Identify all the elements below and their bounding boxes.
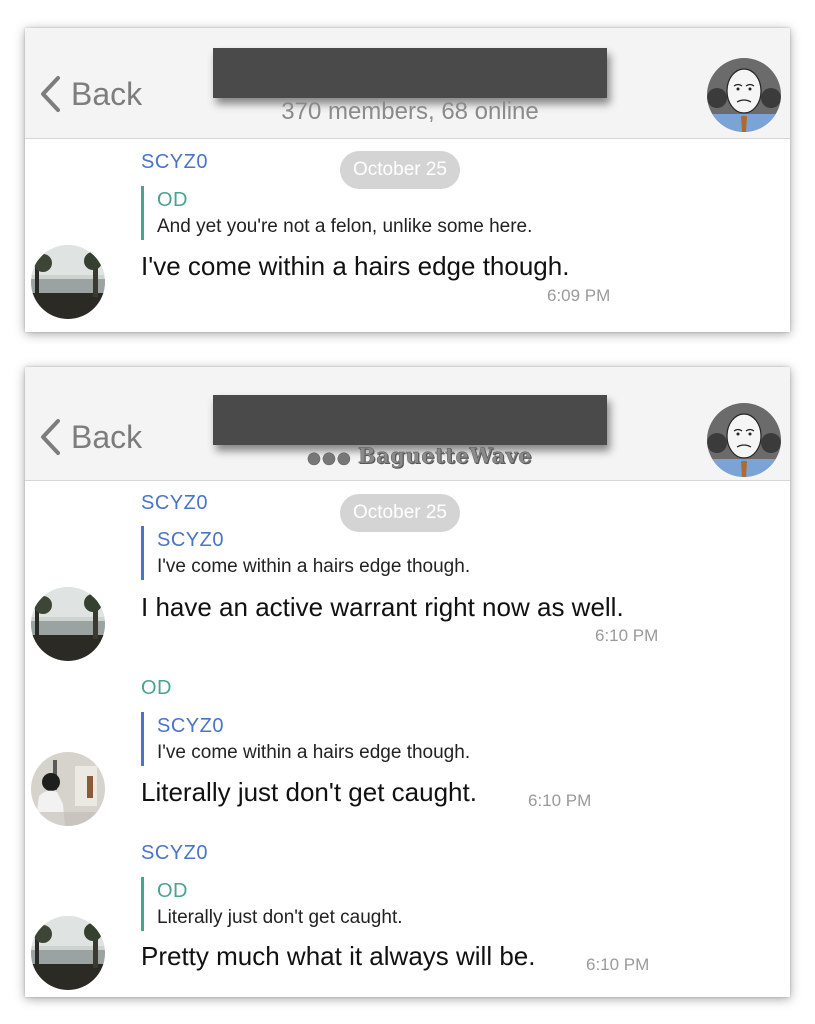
chat-header: Back ●●● BaguetteWave bbox=[25, 367, 790, 481]
reply-quote[interactable]: SCYZ0 I've come within a hairs edge thou… bbox=[141, 712, 470, 766]
message-text: Pretty much what it always will be. bbox=[141, 941, 536, 971]
message-time: 6:10 PM bbox=[528, 791, 592, 810]
redacted-group-title bbox=[213, 48, 607, 98]
reply-author: SCYZ0 bbox=[157, 529, 224, 551]
reply-author: SCYZ0 bbox=[157, 715, 224, 737]
sender-name[interactable]: OD bbox=[141, 677, 172, 700]
chat-screenshot-1: Back 370 members, 68 online SCYZ0 Octobe… bbox=[25, 28, 790, 332]
reply-quote[interactable]: OD And yet you're not a felon, unlike so… bbox=[141, 186, 532, 240]
back-label: Back bbox=[71, 418, 143, 455]
lake-landscape-avatar-icon bbox=[31, 245, 105, 319]
avatar[interactable] bbox=[31, 245, 105, 319]
message-text: Literally just don't get caught. bbox=[141, 777, 477, 807]
reply-text: Literally just don't get caught. bbox=[157, 907, 403, 928]
message-time: 6:09 PM bbox=[547, 286, 611, 305]
sender-name[interactable]: SCYZ0 bbox=[141, 151, 208, 174]
reply-quote[interactable]: SCYZ0 I've come within a hairs edge thou… bbox=[141, 526, 470, 580]
avatar[interactable] bbox=[31, 916, 105, 990]
avatar[interactable] bbox=[31, 752, 105, 826]
reply-quote[interactable]: OD Literally just don't get caught. bbox=[141, 877, 403, 931]
reply-author: OD bbox=[157, 880, 188, 902]
message-time: 6:10 PM bbox=[586, 955, 650, 974]
message-text: I've come within a hairs edge though. bbox=[141, 251, 570, 281]
back-button[interactable]: Back bbox=[39, 417, 142, 457]
back-button[interactable]: Back bbox=[39, 74, 142, 114]
chat-screenshot-2: Back ●●● BaguetteWave SCYZ0 October 25 SC… bbox=[25, 367, 790, 997]
reply-text: I've come within a hairs edge though. bbox=[157, 556, 471, 577]
lake-landscape-avatar-icon bbox=[31, 587, 105, 661]
avatar[interactable] bbox=[31, 587, 105, 661]
reply-author: OD bbox=[157, 189, 188, 211]
group-avatar[interactable] bbox=[707, 58, 781, 132]
lake-landscape-avatar-icon bbox=[31, 916, 105, 990]
date-separator: October 25 bbox=[340, 151, 460, 189]
chat-header: Back 370 members, 68 online bbox=[25, 28, 790, 139]
typing-dots-icon: ●●● bbox=[307, 448, 352, 467]
message-text: I have an active warrant right now as we… bbox=[141, 592, 624, 622]
group-avatar[interactable] bbox=[707, 403, 781, 477]
reply-text: I've come within a hairs edge though. bbox=[157, 742, 471, 763]
reply-text: And yet you're not a felon, unlike some … bbox=[157, 216, 533, 237]
typing-indicator: ●●● BaguetteWave bbox=[307, 443, 532, 468]
message-time: 6:10 PM bbox=[595, 626, 659, 645]
wojak-avatar-icon bbox=[707, 58, 781, 132]
back-label: Back bbox=[71, 75, 143, 112]
sender-name[interactable]: SCYZ0 bbox=[141, 842, 208, 865]
sender-name[interactable]: SCYZ0 bbox=[141, 492, 208, 515]
member-count: 370 members, 68 online bbox=[281, 98, 539, 125]
chevron-left-icon bbox=[41, 76, 60, 112]
chevron-left-icon bbox=[41, 419, 60, 455]
redacted-group-title bbox=[213, 395, 607, 445]
person-photo-avatar-icon bbox=[31, 752, 105, 826]
wojak-avatar-icon bbox=[707, 403, 781, 477]
typing-user: BaguetteWave bbox=[357, 443, 533, 468]
